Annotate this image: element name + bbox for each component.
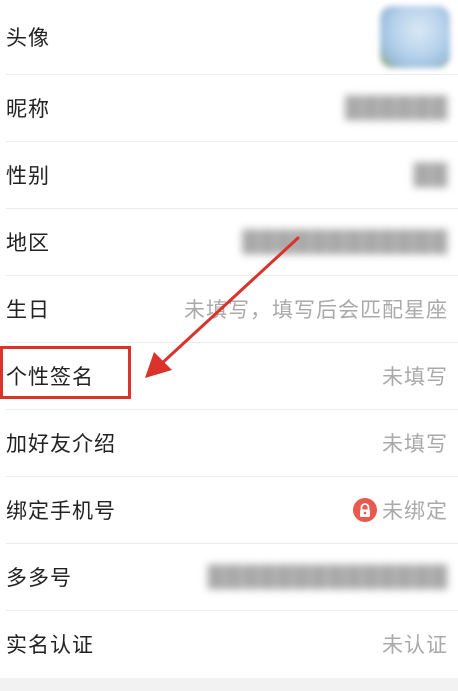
row-label-gender: 性别 [6,164,50,188]
row-avatar[interactable]: 头像 [0,0,458,74]
signature-value: 未填写 [382,365,448,389]
friend-intro-value: 未填写 [382,432,448,456]
real-name-value: 未认证 [382,633,448,657]
row-friend-intro[interactable]: 加好友介绍 未填写 [0,410,458,476]
row-bind-phone[interactable]: 绑定手机号 未绑定 [0,477,458,543]
row-gender[interactable]: 性别 ██ [0,142,458,208]
row-label-region: 地区 [6,231,50,255]
duoduo-id-value-blurred: ██████████████ [207,565,448,589]
profile-settings-screen: 头像 昵称 ██████ 性别 ██ 地区 ████████████ 生日 未填… [0,0,458,691]
birthday-value: 未填写，填写后会匹配星座 [184,298,448,322]
row-region[interactable]: 地区 ████████████ [0,209,458,275]
bind-phone-status: 未绑定 [353,495,448,525]
row-signature[interactable]: 个性签名 未填写 [0,343,458,409]
row-label-duoduo-id: 多多号 [6,566,72,590]
bottom-spacer [0,678,458,691]
avatar[interactable] [380,6,450,68]
row-real-name[interactable]: 实名认证 未认证 [0,611,458,677]
row-birthday[interactable]: 生日 未填写，填写后会匹配星座 [0,276,458,342]
row-label-friend-intro: 加好友介绍 [6,432,116,456]
row-label-bind-phone: 绑定手机号 [6,499,116,523]
row-nickname[interactable]: 昵称 ██████ [0,75,458,141]
row-label-nickname: 昵称 [6,97,50,121]
gender-value-blurred: ██ [413,163,448,187]
region-value-blurred: ████████████ [242,230,448,254]
row-label-signature: 个性签名 [6,365,94,389]
lock-icon [353,498,377,522]
row-label-real-name: 实名认证 [6,633,94,657]
bind-phone-value: 未绑定 [382,499,448,523]
row-label-birthday: 生日 [6,298,50,322]
row-duoduo-id[interactable]: 多多号 ██████████████ [0,544,458,610]
row-label-avatar: 头像 [6,26,50,50]
nickname-value-blurred: ██████ [345,96,448,120]
